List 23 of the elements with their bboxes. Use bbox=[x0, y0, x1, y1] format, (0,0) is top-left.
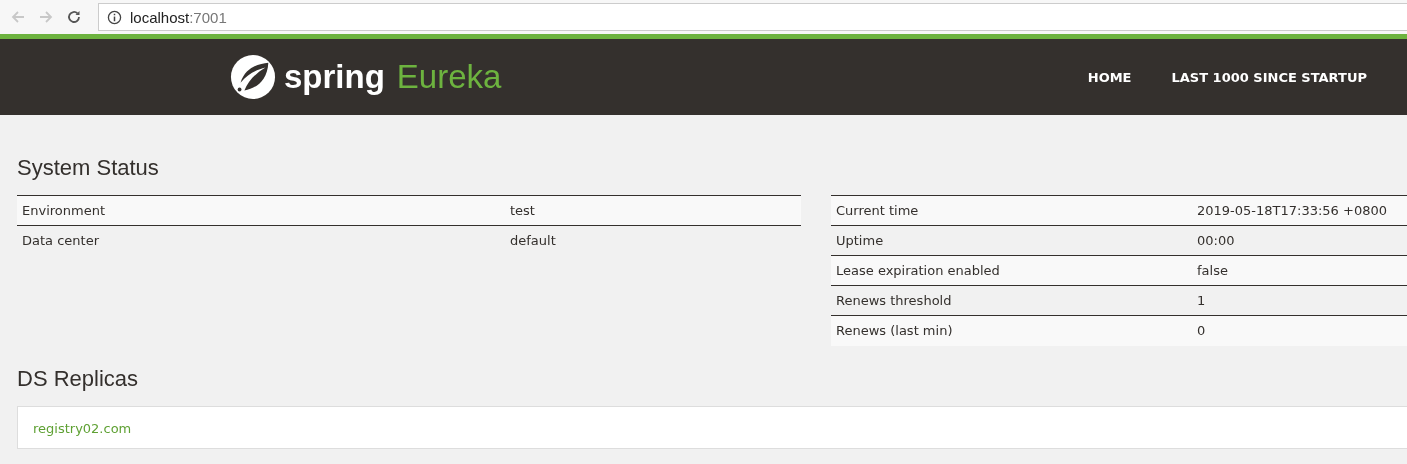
info-icon bbox=[107, 9, 122, 25]
table-cell: default bbox=[505, 225, 801, 256]
table-cell: Lease expiration enabled bbox=[831, 255, 1192, 286]
url-text: localhost:7001 bbox=[130, 8, 227, 26]
nav-link[interactable]: HOME bbox=[1087, 69, 1132, 85]
back-icon[interactable] bbox=[10, 9, 26, 25]
leaf-logo-icon bbox=[230, 54, 276, 100]
nav-link[interactable]: LAST 1000 SINCE STARTUP bbox=[1171, 69, 1367, 85]
address-field[interactable]: localhost:7001 bbox=[98, 3, 1407, 31]
table-cell: 0 bbox=[1192, 315, 1407, 346]
table-cell: Data center bbox=[17, 225, 505, 256]
table-cell: false bbox=[1192, 255, 1407, 286]
table-cell: Current time bbox=[831, 195, 1192, 226]
reload-icon[interactable] bbox=[66, 9, 82, 25]
table-cell: Environment bbox=[17, 195, 505, 226]
table-cell: Renews (last min) bbox=[831, 315, 1192, 346]
table-cell: test bbox=[505, 195, 801, 226]
brand-name: spring bbox=[284, 58, 385, 96]
table-cell: 2019-05-18T17:33:56 +0800 bbox=[1192, 195, 1407, 226]
forward-icon[interactable] bbox=[38, 9, 54, 25]
section-title: DS Replicas bbox=[17, 365, 140, 392]
product-name: Eureka bbox=[396, 58, 502, 96]
section-title: System Status bbox=[17, 155, 160, 181]
